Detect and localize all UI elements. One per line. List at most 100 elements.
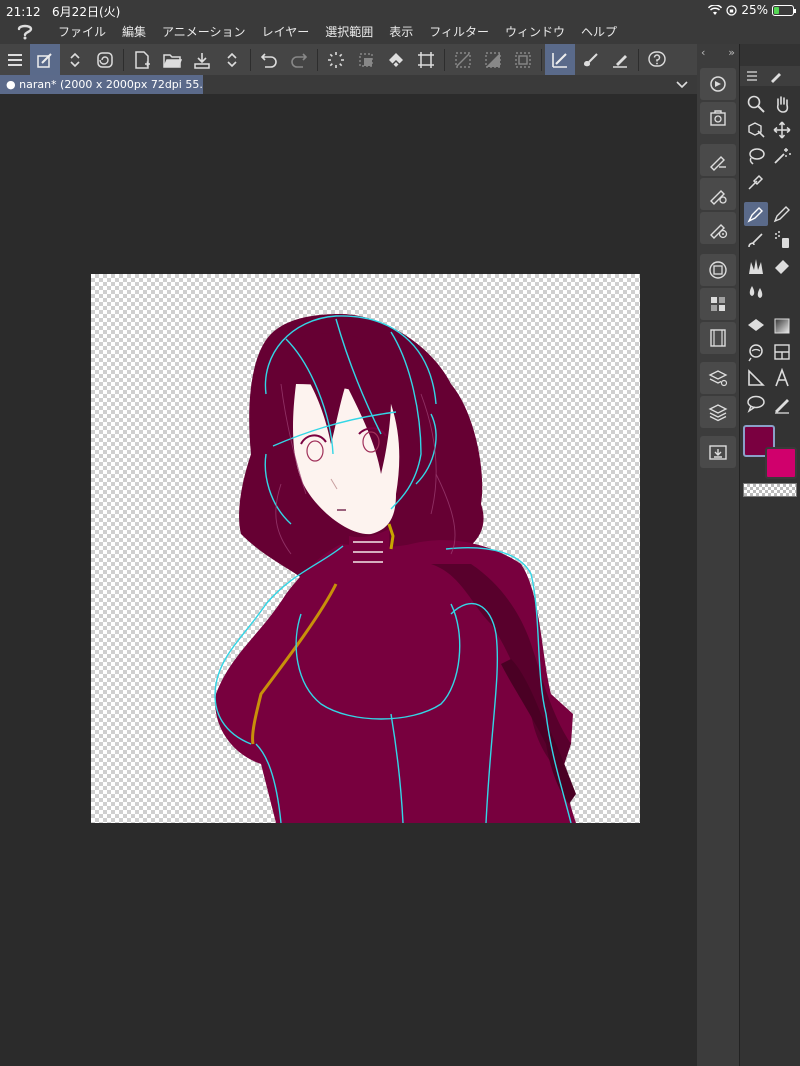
workspace[interactable] xyxy=(0,94,697,1066)
eyedropper-icon xyxy=(748,174,764,190)
balloon-icon xyxy=(747,395,765,413)
list-icon[interactable] xyxy=(746,70,758,82)
app-logo-icon[interactable] xyxy=(0,20,50,44)
loading-button[interactable] xyxy=(321,44,351,75)
status-indicators: 25% xyxy=(708,3,796,17)
gradient-icon xyxy=(774,318,790,334)
save-button[interactable] xyxy=(187,44,217,75)
gradient-tool[interactable] xyxy=(770,314,794,338)
sub-view-button[interactable] xyxy=(700,102,736,134)
pen-tool[interactable] xyxy=(744,202,768,226)
new-canvas-icon xyxy=(135,50,150,69)
lasso-tool[interactable] xyxy=(744,144,768,168)
panel-collapse-bar[interactable]: ‹ » xyxy=(697,46,739,62)
magic-wand-tool[interactable] xyxy=(770,144,794,168)
pen-snap-button[interactable] xyxy=(605,44,635,75)
main-menu-button[interactable] xyxy=(0,44,30,75)
orientation-lock-icon xyxy=(726,4,737,16)
fill-selection-button[interactable] xyxy=(478,44,508,75)
menu-help[interactable]: ヘルプ xyxy=(573,20,625,44)
pencil-icon xyxy=(773,206,790,223)
document-tab-bar: ● naran* (2000 x 2000px 72dpi 55.7%) xyxy=(0,75,697,94)
save-icon xyxy=(194,52,210,69)
hand-tool[interactable] xyxy=(770,92,794,116)
fill-bucket-button[interactable] xyxy=(381,44,411,75)
menu-edit[interactable]: 編集 xyxy=(114,20,154,44)
menu-selection[interactable]: 選択範囲 xyxy=(317,20,381,44)
navigator-button[interactable] xyxy=(700,68,736,100)
brush-icon xyxy=(584,52,598,66)
eraser-tool[interactable] xyxy=(770,254,794,278)
collapse-left-icon[interactable]: ‹ xyxy=(701,46,705,62)
selection-button[interactable] xyxy=(508,44,538,75)
blend-tool[interactable] xyxy=(744,280,768,304)
fill-tool[interactable] xyxy=(744,314,768,338)
tool-property-button[interactable] xyxy=(700,144,736,176)
folder-download-icon xyxy=(709,445,727,460)
document-tab[interactable]: ● naran* (2000 x 2000px 72dpi 55.7%) xyxy=(0,75,203,94)
balloon-tool[interactable] xyxy=(744,392,768,416)
layer-property-button[interactable] xyxy=(700,362,736,394)
ruler-tool[interactable] xyxy=(744,366,768,390)
object-tool[interactable] xyxy=(744,118,768,142)
spiral-button[interactable] xyxy=(90,44,120,75)
battery-icon xyxy=(772,4,796,16)
menu-layer[interactable]: レイヤー xyxy=(254,20,318,44)
zoom-tool[interactable] xyxy=(744,92,768,116)
redo-button[interactable] xyxy=(284,44,314,75)
correction-line-tool[interactable] xyxy=(770,392,794,416)
drawing-canvas[interactable] xyxy=(91,274,640,823)
fill-icon xyxy=(748,319,764,334)
brush-snap-button[interactable] xyxy=(575,44,605,75)
eraser-icon xyxy=(775,260,789,274)
animation-button[interactable] xyxy=(700,322,736,354)
transform-button[interactable] xyxy=(351,44,381,75)
menu-window[interactable]: ウィンドウ xyxy=(497,20,573,44)
ruler-icon xyxy=(748,369,765,386)
frame-tool[interactable] xyxy=(770,340,794,364)
open-button[interactable] xyxy=(157,44,187,75)
menu-animation[interactable]: アニメーション xyxy=(154,20,254,44)
menu-filter[interactable]: フィルター xyxy=(421,20,497,44)
pencil-tool[interactable] xyxy=(770,202,794,226)
chevron-down-icon[interactable] xyxy=(675,76,689,92)
figure-icon xyxy=(748,344,763,362)
decoration-tool[interactable] xyxy=(744,254,768,278)
selection-icon xyxy=(515,51,531,68)
crop-button[interactable] xyxy=(411,44,441,75)
color-set-button[interactable] xyxy=(700,288,736,320)
crop-icon xyxy=(418,51,434,68)
stepper-button-2[interactable] xyxy=(217,44,247,75)
figure-tool[interactable] xyxy=(744,340,768,364)
stepper-button[interactable] xyxy=(60,44,90,75)
lasso-icon xyxy=(749,148,765,165)
help-button[interactable] xyxy=(642,44,672,75)
brush-tool[interactable] xyxy=(744,228,768,252)
magic-wand-icon xyxy=(774,148,791,164)
sub-color-swatch[interactable] xyxy=(765,447,797,479)
undo-button[interactable] xyxy=(254,44,284,75)
open-icon xyxy=(163,53,182,68)
zoom-icon xyxy=(747,95,765,113)
collapse-right-icon[interactable]: » xyxy=(728,46,735,62)
layer-button[interactable] xyxy=(700,396,736,428)
menu-file[interactable]: ファイル xyxy=(50,20,114,44)
menu-view[interactable]: 表示 xyxy=(381,20,421,44)
ruler-snap-button[interactable] xyxy=(545,44,575,75)
brush-size-button[interactable] xyxy=(700,178,736,210)
text-tool[interactable] xyxy=(770,366,794,390)
transform-icon xyxy=(359,52,373,67)
clear-button[interactable] xyxy=(448,44,478,75)
color-wheel-button[interactable] xyxy=(700,254,736,286)
sub-tool-detail-button[interactable] xyxy=(700,212,736,244)
pen-tab-icon[interactable] xyxy=(768,68,784,84)
transparent-color-swatch[interactable] xyxy=(743,483,797,497)
material-button[interactable] xyxy=(700,436,736,468)
new-canvas-button[interactable] xyxy=(127,44,157,75)
command-bar xyxy=(0,44,800,75)
move-tool[interactable] xyxy=(770,118,794,142)
snap-button[interactable] xyxy=(30,44,60,75)
airbrush-tool[interactable] xyxy=(770,228,794,252)
frame-icon xyxy=(774,344,790,360)
eyedropper-tool[interactable] xyxy=(744,170,768,194)
